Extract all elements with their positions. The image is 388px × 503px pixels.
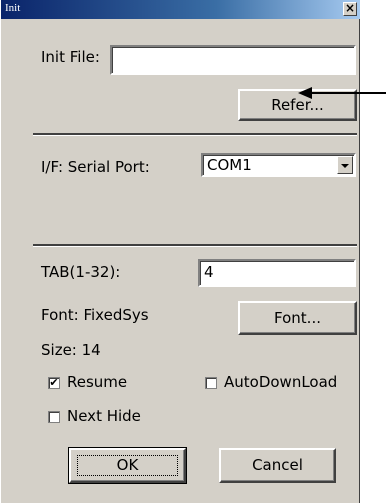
annotation-arrow-icon — [298, 87, 386, 99]
